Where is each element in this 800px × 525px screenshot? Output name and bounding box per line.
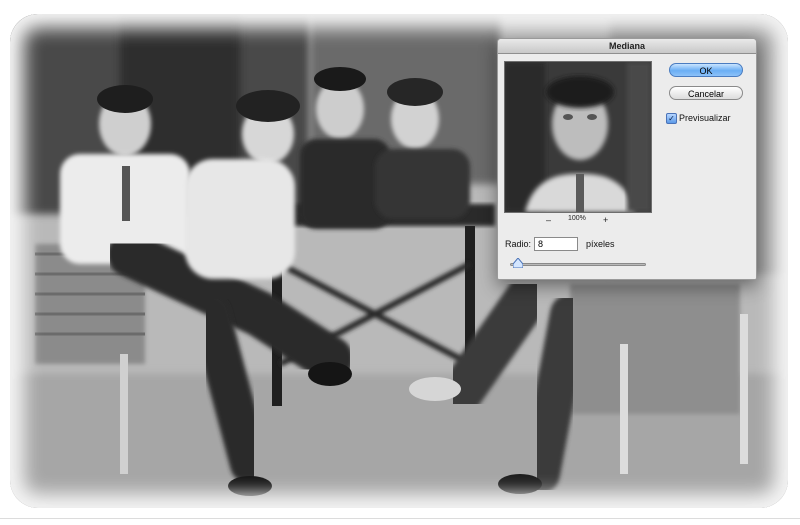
checkmark-icon: ✓ [668, 114, 675, 123]
radius-label: Radio: [505, 239, 532, 249]
radius-unit-label: píxeles [586, 239, 615, 249]
zoom-level: 100% [568, 215, 586, 222]
dialog-title[interactable]: Mediana [498, 39, 756, 54]
ok-button[interactable]: OK [669, 63, 743, 77]
preview-image [505, 62, 651, 212]
zoom-in-button[interactable]: + [603, 215, 608, 225]
preview-checkbox-row[interactable]: ✓ Previsualizar [666, 112, 731, 124]
zoom-out-button[interactable]: – [546, 215, 551, 225]
filter-preview[interactable] [504, 61, 652, 213]
median-filter-dialog: Mediana – 100% + OK Cancelar ✓ Previsual… [497, 38, 757, 280]
preview-checkbox[interactable]: ✓ [666, 113, 677, 124]
radius-slider-track[interactable] [510, 263, 646, 266]
preview-zoom-controls: – 100% + [504, 215, 652, 227]
slider-triangle-icon[interactable] [513, 258, 524, 268]
preview-checkbox-label: Previsualizar [679, 113, 731, 123]
cancel-button[interactable]: Cancelar [669, 86, 743, 100]
radius-input[interactable] [534, 237, 578, 251]
